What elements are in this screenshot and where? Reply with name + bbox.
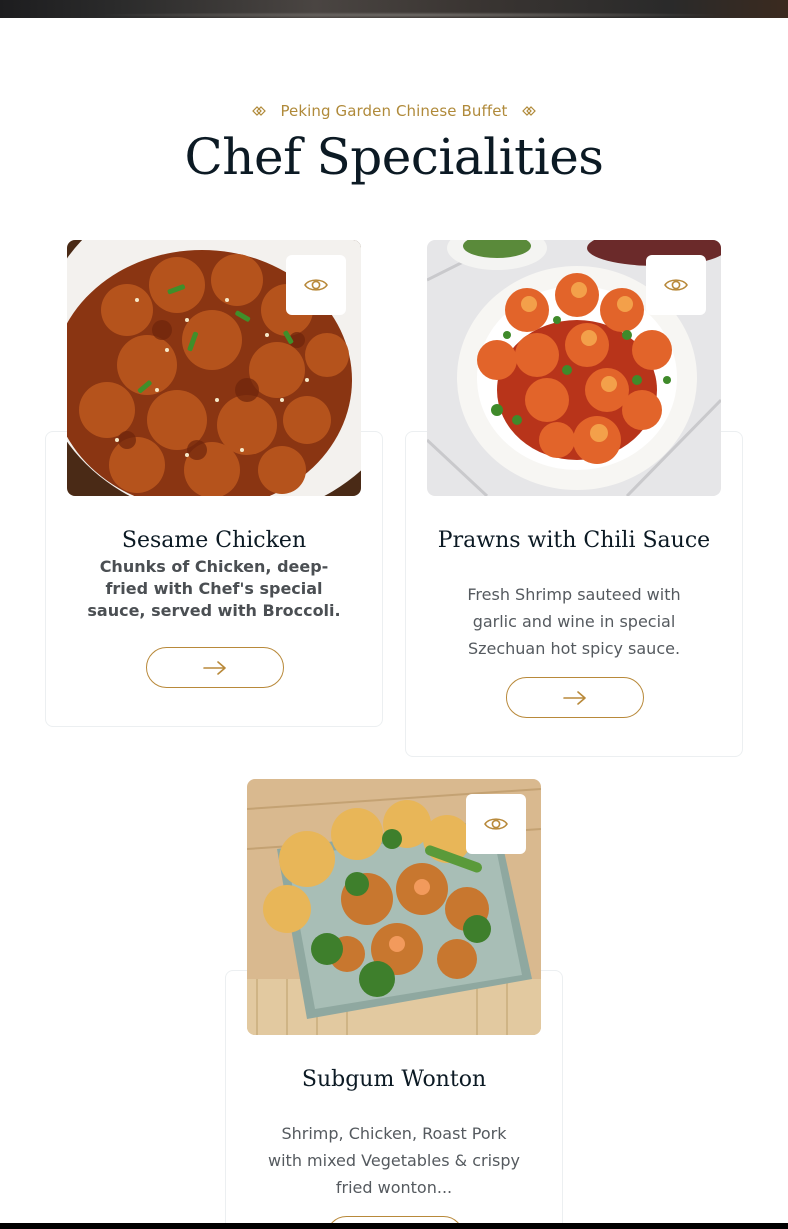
hero-image-bottom-edge xyxy=(0,0,788,18)
arrow-right-icon xyxy=(203,660,226,675)
view-dish-button[interactable] xyxy=(506,677,644,718)
eye-icon xyxy=(664,279,688,291)
quick-view-button[interactable] xyxy=(286,255,346,315)
eye-icon xyxy=(304,279,328,291)
quick-view-button[interactable] xyxy=(466,794,526,854)
view-dish-button[interactable] xyxy=(146,647,284,688)
dish-description: Fresh Shrimp sauteed with garlic and win… xyxy=(467,585,681,658)
eye-icon xyxy=(484,818,508,830)
dish-description: Shrimp, Chicken, Roast Pork with mixed V… xyxy=(268,1124,520,1197)
arrow-right-icon xyxy=(563,690,586,705)
dish-title: Subgum Wonton xyxy=(301,1067,487,1092)
diamond-ornament-icon xyxy=(252,106,267,116)
section-eyebrow: Peking Garden Chinese Buffet xyxy=(0,99,788,123)
dish-title: Sesame Chicken xyxy=(121,528,307,553)
viewport-bottom-edge xyxy=(0,1223,788,1229)
restaurant-name: Peking Garden Chinese Buffet xyxy=(280,102,508,120)
section-title: Chef Specialities xyxy=(184,128,604,186)
diamond-ornament-icon xyxy=(521,106,536,116)
dish-description: Chunks of Chicken, deep-fried with Chef'… xyxy=(87,557,341,620)
quick-view-button[interactable] xyxy=(646,255,706,315)
dish-title: Prawns with Chili Sauce xyxy=(437,528,711,553)
